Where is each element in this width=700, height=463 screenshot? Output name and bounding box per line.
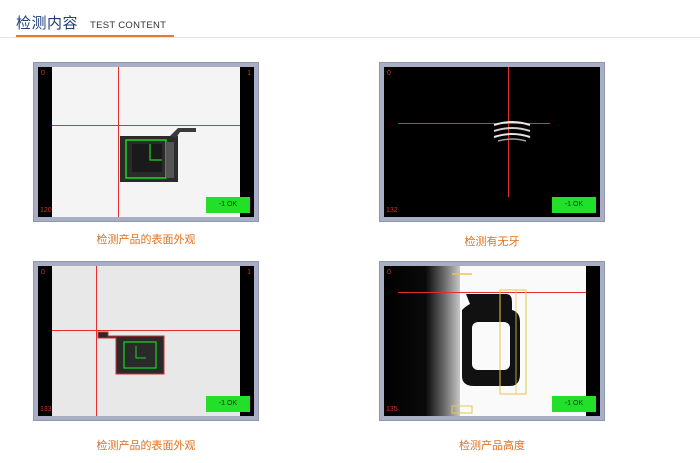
corner-label-tr: 1	[247, 70, 251, 77]
camera-view-3: 0 1 133 -1 OK	[38, 266, 254, 416]
left-dark-region	[384, 266, 460, 416]
status-ok-badge: -1 OK	[206, 197, 250, 213]
left-black-bar	[38, 266, 52, 416]
panel-caption-2: 检测有无牙	[464, 235, 520, 248]
inspection-panel-4: 0 135 -1 OK	[379, 261, 605, 421]
corner-label-tl: 0	[387, 70, 391, 77]
inspection-panel-2: 0 132 -1 OK	[379, 62, 605, 222]
part-profile-image	[451, 273, 527, 414]
status-ok-badge: -1 OK	[552, 396, 596, 412]
right-black-bar	[586, 266, 600, 416]
left-black-bar	[38, 67, 52, 217]
part-image	[120, 128, 196, 182]
right-black-bar	[240, 266, 254, 416]
camera-view-4: 0 135 -1 OK	[384, 266, 600, 416]
corner-label-bl: 120	[40, 207, 52, 214]
status-ok-badge: -1 OK	[206, 396, 250, 412]
camera-view-2: 0 132 -1 OK	[384, 67, 600, 217]
section-title: 检测内容	[16, 14, 79, 32]
panel-caption-3: 检测产品的表面外观	[96, 439, 196, 452]
section-subtitle: TEST CONTENT	[90, 20, 167, 31]
right-black-bar	[240, 67, 254, 217]
corner-label-bl: 132	[386, 207, 398, 214]
thread-image	[493, 121, 531, 142]
corner-label-bl: 133	[40, 406, 52, 413]
corner-label-bl: 135	[386, 406, 398, 413]
panel-caption-4: 检测产品高度	[459, 439, 525, 452]
corner-label-tl: 0	[387, 269, 391, 276]
panel-caption-1: 检测产品的表面外观	[96, 233, 196, 246]
corner-label-tl: 0	[41, 70, 45, 77]
section-header: 检测内容 TEST CONTENT	[0, 0, 700, 40]
corner-label-tl: 0	[41, 269, 45, 276]
part-image	[97, 331, 165, 375]
status-ok-badge: -1 OK	[552, 197, 596, 213]
corner-label-tr: 1	[247, 269, 251, 276]
inspection-panel-1: 0 1 120 -1 OK	[33, 62, 259, 222]
header-divider	[0, 37, 700, 38]
camera-view-1: 0 1 120 -1 OK	[38, 67, 254, 217]
inspection-panel-3: 0 1 133 -1 OK	[33, 261, 259, 421]
